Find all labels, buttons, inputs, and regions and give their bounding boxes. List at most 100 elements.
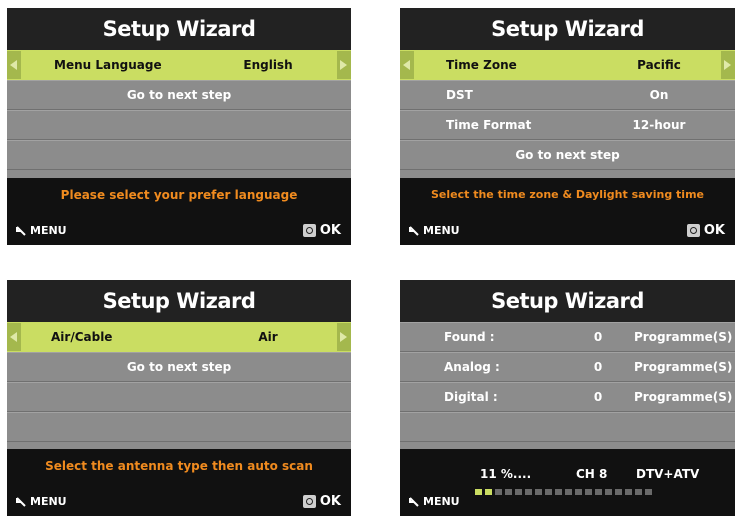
progress-segment [505, 489, 512, 495]
ok-label: OK [703, 223, 725, 238]
analog-row: Analog : 0 Programme(S) [400, 352, 735, 382]
progress-segment [615, 489, 622, 495]
analog-label: Analog : [444, 360, 500, 374]
scan-percent: 11 %.... [480, 467, 532, 481]
found-row: Found : 0 Programme(S) [400, 322, 735, 352]
progress-segment [495, 489, 502, 495]
time-zone-row[interactable]: Time Zone Pacific [400, 50, 735, 80]
go-to-next-step-row[interactable]: Go to next step [7, 80, 351, 110]
air-cable-row[interactable]: Air/Cable Air [7, 322, 351, 352]
ok-button[interactable]: OK [302, 223, 341, 238]
progress-segment [595, 489, 602, 495]
digital-row: Digital : 0 Programme(S) [400, 382, 735, 412]
setup-wizard-screen-language: Setup Wizard Menu Language English Go to… [7, 8, 351, 245]
menu-label: MENU [423, 224, 460, 237]
found-unit: Programme(S) [634, 330, 733, 344]
analog-count: 0 [593, 360, 603, 374]
empty-row [7, 140, 351, 170]
go-to-next-step-row[interactable]: Go to next step [7, 352, 351, 382]
progress-segment [605, 489, 612, 495]
digital-unit: Programme(S) [634, 390, 733, 404]
arrow-left-icon[interactable] [7, 51, 21, 79]
scan-channel: CH 8 [576, 467, 608, 481]
menu-button[interactable]: MENU [408, 224, 460, 237]
footer-bar: Select the antenna type then auto scan M… [7, 449, 351, 516]
progress-segment [635, 489, 642, 495]
analog-unit: Programme(S) [634, 360, 733, 374]
back-arrow-icon [409, 225, 419, 236]
arrow-left-icon[interactable] [7, 323, 21, 351]
setup-wizard-screen-scan: Setup Wizard Found : 0 Programme(S) Anal… [400, 280, 735, 516]
menu-button[interactable]: MENU [15, 224, 67, 237]
menu-label: MENU [423, 495, 460, 508]
found-label: Found : [444, 330, 495, 344]
progress-segment [535, 489, 542, 495]
ok-button[interactable]: OK [686, 223, 725, 238]
progress-segment [525, 489, 532, 495]
dst-label: DST [446, 88, 473, 102]
footer-bar: Select the time zone & Daylight saving t… [400, 178, 735, 245]
back-arrow-icon [16, 496, 26, 507]
progress-segment [565, 489, 572, 495]
ok-label: OK [319, 223, 341, 238]
empty-row [7, 412, 351, 442]
progress-segment [555, 489, 562, 495]
progress-segment [515, 489, 522, 495]
scan-progress-bar [475, 489, 652, 495]
arrow-right-icon[interactable] [337, 323, 351, 351]
progress-segment [475, 489, 482, 495]
ok-key-icon [302, 495, 316, 508]
ok-key-icon [686, 224, 700, 237]
time-format-value: 12-hour [632, 118, 686, 132]
footer-bar: 11 %.... CH 8 DTV+ATV MENU [400, 449, 735, 516]
time-zone-label: Time Zone [446, 58, 517, 72]
progress-segment [645, 489, 652, 495]
air-cable-label: Air/Cable [51, 330, 113, 344]
time-zone-value: Pacific [637, 58, 681, 72]
menu-button[interactable]: MENU [408, 495, 460, 508]
help-message: Select the time zone & Daylight saving t… [430, 188, 704, 201]
digital-label: Digital : [444, 390, 498, 404]
go-to-next-step-label: Go to next step [515, 148, 620, 162]
dst-row[interactable]: DST On [400, 80, 735, 110]
progress-segment [575, 489, 582, 495]
arrow-left-icon[interactable] [400, 51, 414, 79]
setup-wizard-screen-antenna: Setup Wizard Air/Cable Air Go to next st… [7, 280, 351, 516]
menu-language-row[interactable]: Menu Language English [7, 50, 351, 80]
air-cable-value: Air [258, 330, 278, 344]
progress-segment [625, 489, 632, 495]
found-count: 0 [593, 330, 603, 344]
progress-segment [485, 489, 492, 495]
setup-wizard-screen-timezone: Setup Wizard Time Zone Pacific DST On Ti… [400, 8, 735, 245]
screen-title: Setup Wizard [7, 280, 351, 322]
go-to-next-step-row[interactable]: Go to next step [400, 140, 735, 170]
digital-count: 0 [593, 390, 603, 404]
menu-label: MENU [30, 495, 67, 508]
back-arrow-icon [16, 225, 26, 236]
ok-key-icon [302, 224, 316, 237]
time-format-row[interactable]: Time Format 12-hour [400, 110, 735, 140]
screen-title: Setup Wizard [7, 8, 351, 50]
progress-segment [545, 489, 552, 495]
ok-label: OK [319, 494, 341, 509]
progress-segment [585, 489, 592, 495]
menu-label: MENU [30, 224, 67, 237]
empty-row [7, 110, 351, 140]
screen-title: Setup Wizard [400, 280, 735, 322]
screen-title: Setup Wizard [400, 8, 735, 50]
footer-bar: Please select your prefer language MENU … [7, 178, 351, 245]
go-to-next-step-label: Go to next step [126, 360, 232, 374]
dst-value: On [649, 88, 669, 102]
empty-row [400, 412, 735, 442]
back-arrow-icon [409, 496, 419, 507]
arrow-right-icon[interactable] [721, 51, 735, 79]
menu-button[interactable]: MENU [15, 495, 67, 508]
arrow-right-icon[interactable] [337, 51, 351, 79]
help-message: Select the antenna type then auto scan [45, 459, 313, 473]
scan-mode: DTV+ATV [636, 467, 700, 481]
menu-language-value: English [243, 58, 293, 72]
go-to-next-step-label: Go to next step [126, 88, 232, 102]
empty-row [7, 382, 351, 412]
ok-button[interactable]: OK [302, 494, 341, 509]
menu-language-label: Menu Language [54, 58, 162, 72]
